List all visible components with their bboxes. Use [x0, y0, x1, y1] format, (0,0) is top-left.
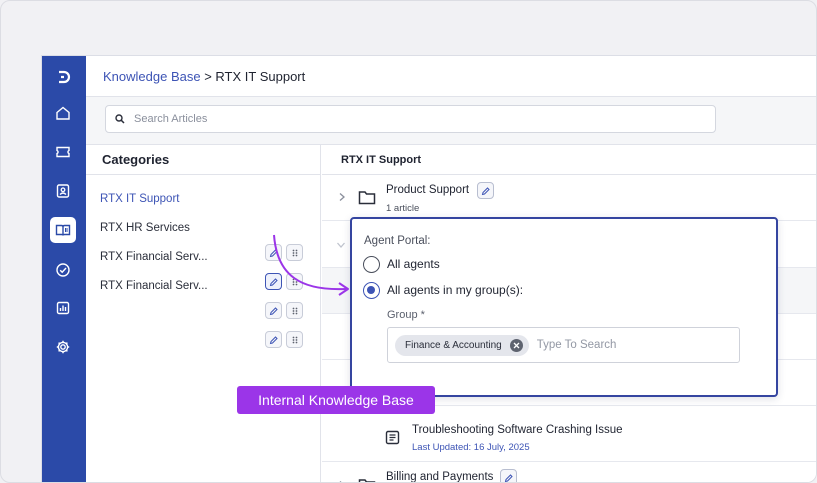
article-document-icon [385, 430, 400, 445]
home-icon [56, 106, 70, 120]
category-label: RTX Financial Serv... [100, 251, 208, 263]
article-last-updated: Last Updated: 16 July, 2025 [412, 442, 530, 453]
folder-article-count: 1 article [386, 203, 420, 214]
agent-portal-popover: Agent Portal: All agents All agents in m… [350, 217, 778, 397]
folder-edit-button[interactable] [500, 469, 517, 482]
folder-icon [358, 479, 376, 482]
category-drag-handle[interactable] [286, 302, 303, 319]
search-bar: Search Articles [86, 97, 816, 145]
knowledge-base-icon [55, 224, 71, 236]
sidebar-item-tasks[interactable] [50, 257, 76, 283]
breadcrumb: Knowledge Base > RTX IT Support [86, 56, 816, 97]
breadcrumb-knowledge-base-link[interactable]: Knowledge Base [103, 69, 201, 84]
category-drag-handle[interactable] [286, 331, 303, 348]
drag-handle-icon [292, 249, 297, 256]
categories-panel: Categories RTX IT Support RTX HR Service… [86, 145, 321, 482]
visibility-edit-icon [269, 335, 278, 344]
radio-my-groups[interactable] [363, 282, 380, 299]
article-row[interactable]: Troubleshooting Software Crashing Issue … [322, 414, 816, 462]
folder-name: Product Support [386, 184, 470, 196]
chevron-right-icon[interactable] [338, 192, 346, 202]
chevron-down-icon[interactable] [336, 241, 346, 249]
sidebar-item-tickets[interactable] [50, 139, 76, 165]
articles-title: RTX IT Support [322, 145, 816, 175]
sidebar-item-knowledge-base[interactable] [50, 217, 76, 243]
settings-icon [56, 340, 70, 354]
category-visibility-button[interactable] [265, 331, 282, 348]
sidebar-item-settings[interactable] [50, 334, 76, 360]
category-label: RTX Financial Serv... [100, 280, 208, 292]
contact-icon [56, 184, 70, 198]
category-drag-handle[interactable] [286, 244, 303, 261]
category-item[interactable]: RTX HR Services [100, 218, 310, 238]
folder-name: Billing and Payments [386, 471, 494, 483]
sidebar-item-contacts[interactable] [50, 178, 76, 204]
drag-handle-icon [292, 278, 297, 285]
search-input[interactable]: Search Articles [105, 105, 716, 133]
logo-icon[interactable] [50, 64, 76, 90]
radio-all-agents[interactable] [363, 256, 380, 273]
window-frame: Knowledge Base > RTX IT Support Search A… [0, 0, 817, 483]
breadcrumb-separator: > [200, 68, 216, 84]
drag-handle-icon [292, 336, 297, 343]
chip-remove-icon[interactable] [509, 338, 523, 352]
category-visibility-button[interactable] [265, 273, 282, 290]
folder-row[interactable]: Product Support 1 article [322, 175, 816, 221]
sidebar-item-reports[interactable] [50, 295, 76, 321]
folder-edit-button[interactable] [477, 182, 494, 199]
agent-portal-label: Agent Portal: [364, 235, 431, 247]
radio-all-agents-label[interactable]: All agents [387, 257, 440, 271]
ticket-icon [56, 146, 70, 158]
pencil-icon [481, 186, 490, 195]
group-multiselect[interactable]: Finance & Accounting Type To Search [387, 327, 740, 363]
sidebar-item-home[interactable] [50, 100, 76, 126]
group-chip-label: Finance & Accounting [405, 339, 502, 351]
group-field-label: Group * [387, 309, 425, 321]
visibility-edit-icon [269, 306, 278, 315]
category-item[interactable]: RTX IT Support [100, 189, 310, 209]
search-placeholder: Search Articles [134, 113, 208, 125]
pencil-icon [504, 473, 513, 482]
article-title: Troubleshooting Software Crashing Issue [412, 424, 623, 436]
folder-icon [358, 191, 376, 205]
group-chip: Finance & Accounting [395, 334, 529, 356]
search-icon [115, 114, 125, 124]
category-label: RTX IT Support [100, 193, 180, 205]
visibility-edit-icon [269, 248, 278, 257]
categories-title: Categories [86, 145, 320, 175]
folder-row[interactable]: Billing and Payments [322, 462, 816, 483]
category-visibility-button[interactable] [265, 302, 282, 319]
category-visibility-button[interactable] [265, 244, 282, 261]
group-search-placeholder[interactable]: Type To Search [537, 339, 617, 351]
reports-icon [56, 301, 70, 315]
internal-knowledge-base-callout: Internal Knowledge Base [237, 386, 435, 414]
category-label: RTX HR Services [100, 222, 190, 234]
radio-my-groups-label[interactable]: All agents in my group(s): [387, 283, 523, 297]
drag-handle-icon [292, 307, 297, 314]
breadcrumb-current: RTX IT Support [215, 68, 306, 84]
sidebar [42, 56, 86, 482]
category-drag-handle[interactable] [286, 273, 303, 290]
task-check-icon [56, 263, 70, 277]
visibility-edit-icon [269, 277, 278, 286]
